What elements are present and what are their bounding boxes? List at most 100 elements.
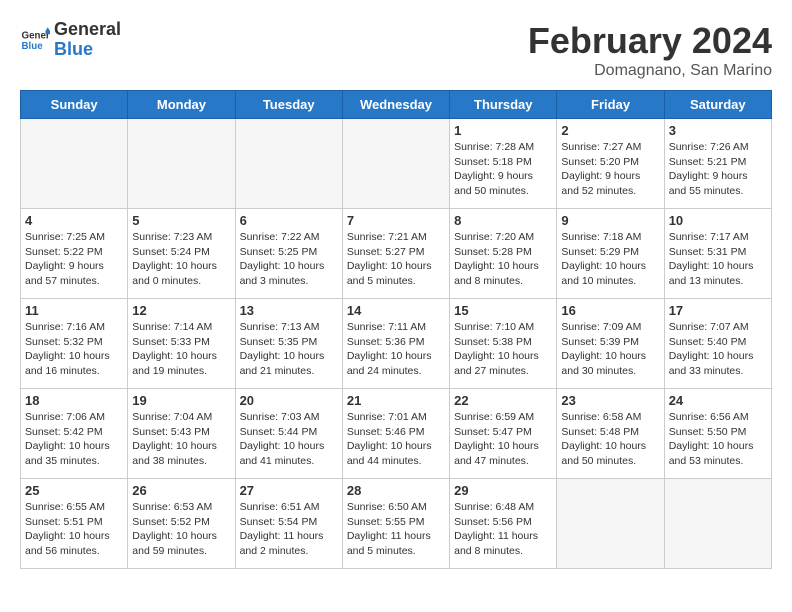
calendar-cell: 22 Sunrise: 6:59 AM Sunset: 5:47 PM Dayli… xyxy=(450,389,557,479)
calendar-cell: 28Sunrise: 6:50 AM Sunset: 5:55 PM Dayli… xyxy=(342,479,449,569)
logo-icon: General Blue xyxy=(20,25,50,55)
day-number: 9 xyxy=(561,213,659,228)
calendar-cell: 7 Sunrise: 7:21 AM Sunset: 5:27 PM Daylig… xyxy=(342,209,449,299)
day-info: Sunrise: 7:13 AM Sunset: 5:35 PM Dayligh… xyxy=(240,320,338,379)
day-number: 18 xyxy=(25,393,123,408)
day-number: 3 xyxy=(669,123,767,138)
day-number: 19 xyxy=(132,393,230,408)
calendar-cell: 29 Sunrise: 6:48 AM Sunset: 5:56 PM Dayli… xyxy=(450,479,557,569)
day-info: Sunrise: 7:06 AM Sunset: 5:42 PM Dayligh… xyxy=(25,410,123,469)
month-title: February 2024 xyxy=(528,20,772,62)
calendar-cell: 2 Sunrise: 7:27 AM Sunset: 5:20 PM Daylig… xyxy=(557,119,664,209)
day-info: Sunrise: 7:10 AM Sunset: 5:38 PM Dayligh… xyxy=(454,320,552,379)
day-info: Sunrise: 6:59 AM Sunset: 5:47 PM Dayligh… xyxy=(454,410,552,469)
day-number: 4 xyxy=(25,213,123,228)
day-info: Sunrise: 6:48 AM Sunset: 5:56 PM Dayligh… xyxy=(454,500,552,559)
day-info: Sunrise: 7:26 AM Sunset: 5:21 PM Dayligh… xyxy=(669,140,767,199)
calendar-cell: 9 Sunrise: 7:18 AM Sunset: 5:29 PM Daylig… xyxy=(557,209,664,299)
day-number: 22 xyxy=(454,393,552,408)
calendar-cell xyxy=(557,479,664,569)
day-info: Sunrise: 7:17 AM Sunset: 5:31 PM Dayligh… xyxy=(669,230,767,289)
day-info: Sunrise: 7:25 AM Sunset: 5:22 PM Dayligh… xyxy=(25,230,123,289)
day-number: 7 xyxy=(347,213,445,228)
calendar-cell: 20 Sunrise: 7:03 AM Sunset: 5:44 PM Dayli… xyxy=(235,389,342,479)
day-info: Sunrise: 7:14 AM Sunset: 5:33 PM Dayligh… xyxy=(132,320,230,379)
day-info: Sunrise: 7:21 AM Sunset: 5:27 PM Dayligh… xyxy=(347,230,445,289)
calendar-cell: 17Sunrise: 7:07 AM Sunset: 5:40 PM Dayli… xyxy=(664,299,771,389)
calendar-cell xyxy=(664,479,771,569)
calendar-cell: 24 Sunrise: 6:56 AM Sunset: 5:50 PM Dayli… xyxy=(664,389,771,479)
day-info: Sunrise: 7:18 AM Sunset: 5:29 PM Dayligh… xyxy=(561,230,659,289)
calendar-cell: 3 Sunrise: 7:26 AM Sunset: 5:21 PM Daylig… xyxy=(664,119,771,209)
calendar-cell: 25 Sunrise: 6:55 AM Sunset: 5:51 PM Dayli… xyxy=(21,479,128,569)
calendar-cell xyxy=(235,119,342,209)
weekday-header-thursday: Thursday xyxy=(450,91,557,119)
day-number: 15 xyxy=(454,303,552,318)
calendar-cell xyxy=(128,119,235,209)
calendar-cell: 14 Sunrise: 7:11 AM Sunset: 5:36 PM Dayli… xyxy=(342,299,449,389)
page-header: General Blue General Blue February 2024 … xyxy=(20,20,772,80)
calendar-cell: 21Sunrise: 7:01 AM Sunset: 5:46 PM Dayli… xyxy=(342,389,449,479)
day-number: 25 xyxy=(25,483,123,498)
day-info: Sunrise: 7:16 AM Sunset: 5:32 PM Dayligh… xyxy=(25,320,123,379)
calendar-cell: 6Sunrise: 7:22 AM Sunset: 5:25 PM Daylig… xyxy=(235,209,342,299)
day-number: 20 xyxy=(240,393,338,408)
calendar-cell: 5Sunrise: 7:23 AM Sunset: 5:24 PM Daylig… xyxy=(128,209,235,299)
location-title: Domagnano, San Marino xyxy=(528,62,772,80)
day-number: 27 xyxy=(240,483,338,498)
week-row-3: 11 Sunrise: 7:16 AM Sunset: 5:32 PM Dayli… xyxy=(21,299,772,389)
calendar-cell: 27 Sunrise: 6:51 AM Sunset: 5:54 PM Dayli… xyxy=(235,479,342,569)
day-number: 21 xyxy=(347,393,445,408)
day-number: 6 xyxy=(240,213,338,228)
calendar-cell: 18 Sunrise: 7:06 AM Sunset: 5:42 PM Dayli… xyxy=(21,389,128,479)
day-number: 14 xyxy=(347,303,445,318)
day-info: Sunrise: 6:50 AM Sunset: 5:55 PM Dayligh… xyxy=(347,500,445,559)
day-number: 11 xyxy=(25,303,123,318)
calendar-table: SundayMondayTuesdayWednesdayThursdayFrid… xyxy=(20,90,772,569)
weekday-header-sunday: Sunday xyxy=(21,91,128,119)
day-info: Sunrise: 7:07 AM Sunset: 5:40 PM Dayligh… xyxy=(669,320,767,379)
week-row-2: 4 Sunrise: 7:25 AM Sunset: 5:22 PM Daylig… xyxy=(21,209,772,299)
day-info: Sunrise: 7:23 AM Sunset: 5:24 PM Dayligh… xyxy=(132,230,230,289)
day-info: Sunrise: 6:51 AM Sunset: 5:54 PM Dayligh… xyxy=(240,500,338,559)
day-info: Sunrise: 6:53 AM Sunset: 5:52 PM Dayligh… xyxy=(132,500,230,559)
weekday-header-saturday: Saturday xyxy=(664,91,771,119)
day-number: 24 xyxy=(669,393,767,408)
day-info: Sunrise: 6:56 AM Sunset: 5:50 PM Dayligh… xyxy=(669,410,767,469)
calendar-cell xyxy=(342,119,449,209)
logo-general: General xyxy=(54,20,121,40)
calendar-cell: 8 Sunrise: 7:20 AM Sunset: 5:28 PM Daylig… xyxy=(450,209,557,299)
week-row-4: 18 Sunrise: 7:06 AM Sunset: 5:42 PM Dayli… xyxy=(21,389,772,479)
calendar-cell: 23Sunrise: 6:58 AM Sunset: 5:48 PM Dayli… xyxy=(557,389,664,479)
day-number: 29 xyxy=(454,483,552,498)
weekday-header-tuesday: Tuesday xyxy=(235,91,342,119)
week-row-1: 1Sunrise: 7:28 AM Sunset: 5:18 PM Daylig… xyxy=(21,119,772,209)
logo: General Blue General Blue xyxy=(20,20,121,60)
day-info: Sunrise: 7:03 AM Sunset: 5:44 PM Dayligh… xyxy=(240,410,338,469)
day-number: 10 xyxy=(669,213,767,228)
day-info: Sunrise: 7:20 AM Sunset: 5:28 PM Dayligh… xyxy=(454,230,552,289)
day-number: 8 xyxy=(454,213,552,228)
day-info: Sunrise: 7:11 AM Sunset: 5:36 PM Dayligh… xyxy=(347,320,445,379)
title-area: February 2024 Domagnano, San Marino xyxy=(528,20,772,80)
day-number: 13 xyxy=(240,303,338,318)
day-number: 16 xyxy=(561,303,659,318)
calendar-cell: 4 Sunrise: 7:25 AM Sunset: 5:22 PM Daylig… xyxy=(21,209,128,299)
day-info: Sunrise: 6:55 AM Sunset: 5:51 PM Dayligh… xyxy=(25,500,123,559)
calendar-cell: 15 Sunrise: 7:10 AM Sunset: 5:38 PM Dayli… xyxy=(450,299,557,389)
calendar-cell: 12 Sunrise: 7:14 AM Sunset: 5:33 PM Dayli… xyxy=(128,299,235,389)
day-info: Sunrise: 6:58 AM Sunset: 5:48 PM Dayligh… xyxy=(561,410,659,469)
calendar-cell: 10 Sunrise: 7:17 AM Sunset: 5:31 PM Dayli… xyxy=(664,209,771,299)
day-info: Sunrise: 7:28 AM Sunset: 5:18 PM Dayligh… xyxy=(454,140,552,199)
day-info: Sunrise: 7:04 AM Sunset: 5:43 PM Dayligh… xyxy=(132,410,230,469)
calendar-cell: 19 Sunrise: 7:04 AM Sunset: 5:43 PM Dayli… xyxy=(128,389,235,479)
day-number: 12 xyxy=(132,303,230,318)
weekday-header-wednesday: Wednesday xyxy=(342,91,449,119)
day-info: Sunrise: 7:27 AM Sunset: 5:20 PM Dayligh… xyxy=(561,140,659,199)
calendar-cell: 16 Sunrise: 7:09 AM Sunset: 5:39 PM Dayli… xyxy=(557,299,664,389)
weekday-header-row: SundayMondayTuesdayWednesdayThursdayFrid… xyxy=(21,91,772,119)
day-number: 2 xyxy=(561,123,659,138)
calendar-cell: 13 Sunrise: 7:13 AM Sunset: 5:35 PM Dayli… xyxy=(235,299,342,389)
calendar-cell: 26Sunrise: 6:53 AM Sunset: 5:52 PM Dayli… xyxy=(128,479,235,569)
day-info: Sunrise: 7:09 AM Sunset: 5:39 PM Dayligh… xyxy=(561,320,659,379)
